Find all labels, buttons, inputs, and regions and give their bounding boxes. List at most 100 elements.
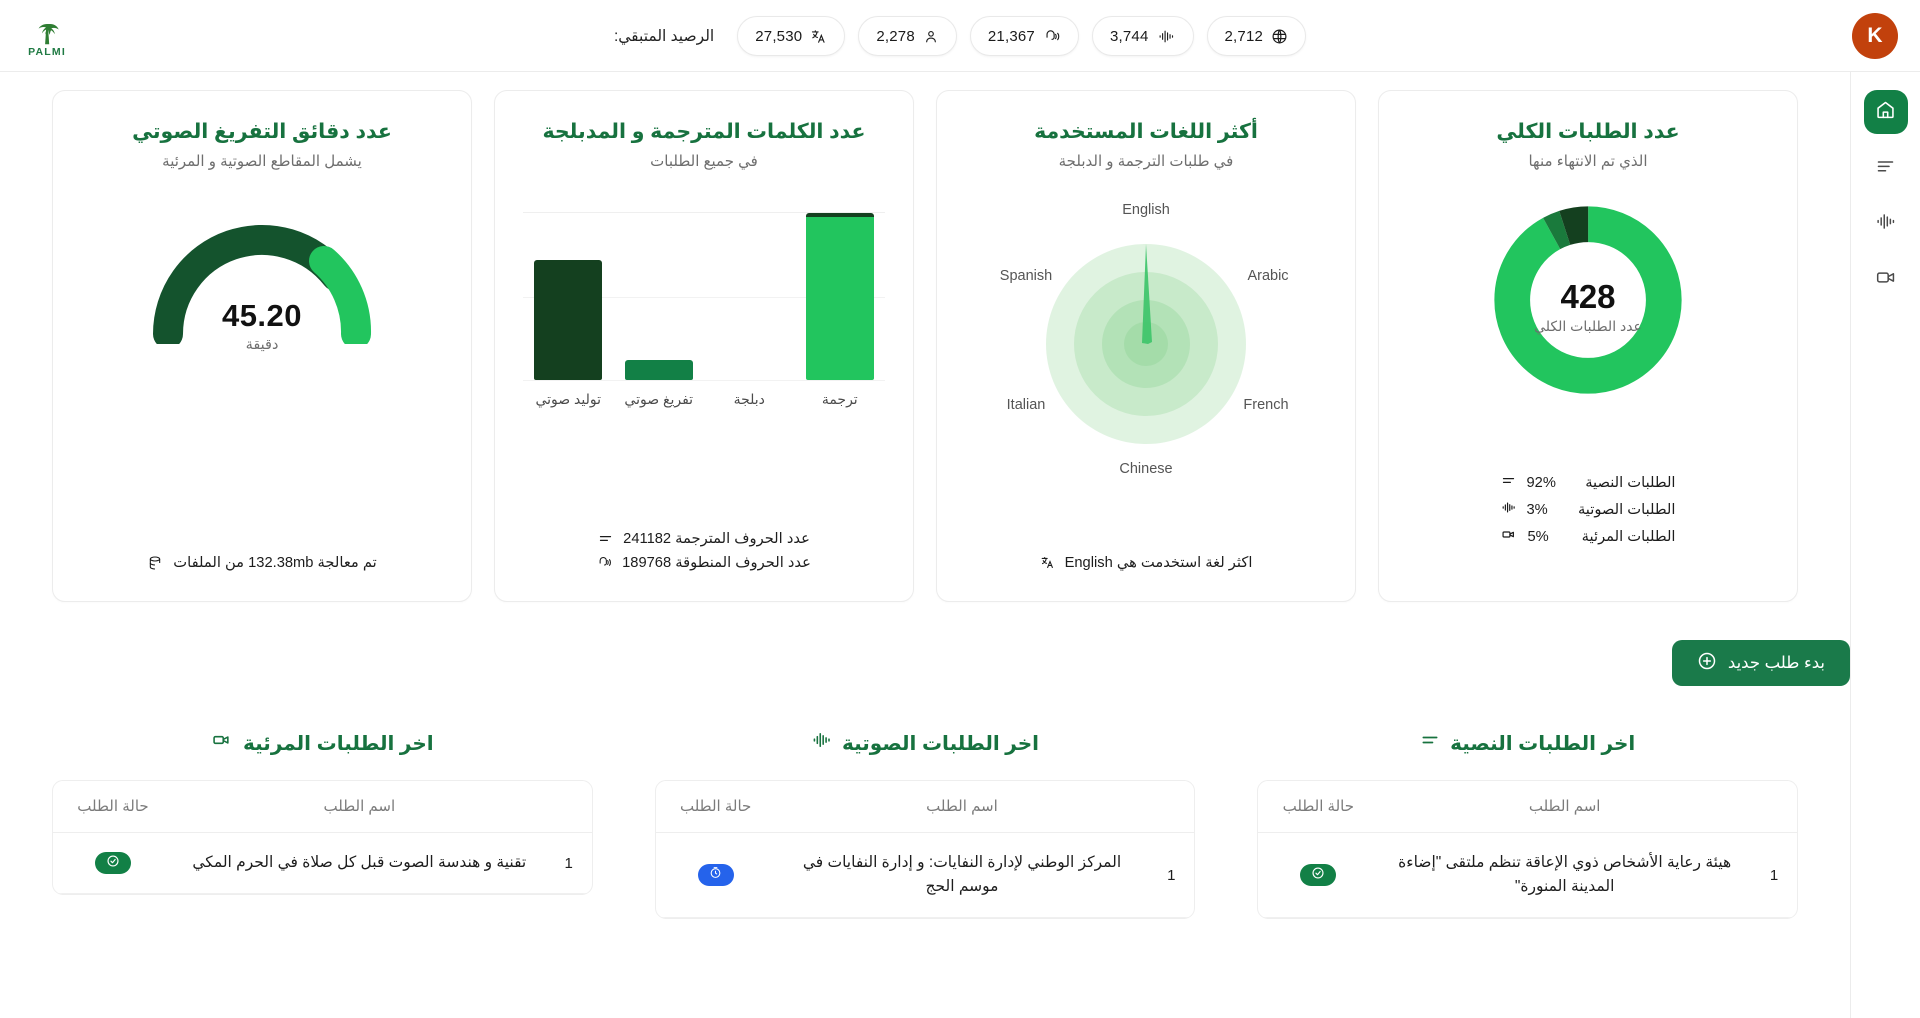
- footer-line: اكثر لغة استخدمت هي English: [1040, 554, 1252, 571]
- video-camera-icon: [1875, 267, 1897, 293]
- card-title: أكثر اللغات المستخدمة: [1034, 120, 1258, 143]
- bar-translation: [805, 213, 874, 380]
- panel-audio-orders: اخر الطلبات الصوتية اسم الطلب حالة الطلب…: [654, 730, 1196, 920]
- legend-row: الطلبات المرئية 5%: [1501, 527, 1676, 546]
- stat-chip-audio[interactable]: 3,744: [1091, 16, 1194, 56]
- radar-axis-label: Italian: [1007, 397, 1046, 413]
- col-index: [1148, 781, 1195, 834]
- row-index: 1: [545, 832, 592, 895]
- panel-header: اخر الطلبات الصوتية: [655, 730, 1196, 756]
- check-circle-icon: [106, 854, 120, 873]
- row-order-name: هيئة رعاية الأشخاص ذوي الإعاقة تنظم ملتق…: [1378, 832, 1751, 919]
- bar-column: [796, 213, 883, 380]
- bar-transcription: [624, 359, 693, 380]
- side-rail: [1850, 72, 1920, 1018]
- table-row[interactable]: 1 تقنية و هندسة الصوت قبل كل صلاة في الح…: [52, 832, 592, 895]
- orders-table: اسم الطلب حالة الطلب 1 تقنية و هندسة الص…: [52, 781, 592, 895]
- table-row[interactable]: 1 المركز الوطني لإدارة النفايات: و إدارة…: [655, 832, 1195, 919]
- table-row[interactable]: 1 هيئة رعاية الأشخاص ذوي الإعاقة تنظم مل…: [1258, 832, 1797, 919]
- language-translate-icon: [1040, 555, 1055, 570]
- database-icon: [147, 555, 163, 571]
- card-top-languages: أكثر اللغات المستخدمة في طلبات الترجمة و…: [936, 90, 1356, 602]
- card-footer: تم معالجة 132.38mb من الملفات: [53, 554, 471, 571]
- donut-chart: 428 عدد الطلبات الكلي: [1397, 200, 1779, 400]
- plus-circle-icon: [1697, 651, 1717, 676]
- col-order-status: حالة الطلب: [655, 781, 776, 834]
- status-badge: [94, 852, 131, 875]
- headphone-sound-icon: [597, 555, 612, 570]
- row-order-name: المركز الوطني لإدارة النفايات: و إدارة ا…: [775, 832, 1149, 919]
- radar-axis-label: English: [1122, 202, 1170, 218]
- balance-label: الرصيد المتبقي:: [613, 27, 715, 45]
- bar-axis-label: تفريغ صوتي: [624, 391, 694, 407]
- radar-svg: English Arabic French Chinese Italian Sp…: [1000, 202, 1289, 477]
- stat-chip-value: 3,744: [1109, 27, 1149, 45]
- bar-column: [706, 213, 793, 380]
- panel-text-orders: اخر الطلبات النصية اسم الطلب حالة الطلب …: [1257, 730, 1798, 920]
- legend-row: الطلبات النصية 92%: [1501, 473, 1676, 492]
- footer-line: تم معالجة 132.38mb من الملفات: [147, 554, 377, 571]
- table-header-row: اسم الطلب حالة الطلب: [1258, 781, 1797, 834]
- cta-row: بدء طلب جديد: [0, 602, 1850, 686]
- text-lines-icon: [598, 531, 613, 546]
- col-order-status: حالة الطلب: [1258, 781, 1379, 834]
- bar-column: [615, 213, 702, 380]
- text-lines-icon: [1875, 155, 1896, 181]
- rail-item-text-orders[interactable]: [1864, 146, 1908, 190]
- stat-chip-translate[interactable]: 27,530: [737, 16, 846, 56]
- bar-voice-gen: [534, 259, 603, 380]
- start-new-order-button[interactable]: بدء طلب جديد: [1671, 640, 1850, 686]
- row-order-name: تقنية و هندسة الصوت قبل كل صلاة في الحرم…: [172, 832, 546, 895]
- cta-label: بدء طلب جديد: [1727, 654, 1825, 672]
- avatar[interactable]: K: [1852, 13, 1898, 59]
- card-subtitle: في جميع الطلبات: [650, 153, 758, 170]
- bar-axis-labels: ترجمة دبلجة تفريغ صوتي توليد صوتي: [523, 391, 885, 408]
- panel-title: اخر الطلبات الصوتية: [841, 732, 1040, 755]
- rail-item-audio-orders[interactable]: [1864, 202, 1908, 246]
- gauge-center: 45.20 دقيقة: [71, 298, 453, 353]
- rail-item-home[interactable]: [1863, 90, 1908, 134]
- stat-chip-words[interactable]: 2,712: [1206, 16, 1307, 56]
- panel-header: اخر الطلبات النصية: [1257, 730, 1798, 756]
- bar-chart: ترجمة دبلجة تفريغ صوتي توليد صوتي: [513, 212, 895, 408]
- orders-table: اسم الطلب حالة الطلب 1 المركز الوطني لإد…: [655, 781, 1195, 919]
- audio-waveform-icon: [1875, 211, 1897, 237]
- audio-waveform-icon: [811, 730, 832, 756]
- audio-waveform-icon: [1157, 28, 1176, 45]
- panel-title: اخر الطلبات النصية: [1450, 732, 1636, 755]
- card-title: عدد دقائق التفريغ الصوتي: [132, 120, 392, 143]
- bar-axis-label: دبلجة: [733, 391, 765, 407]
- col-order-status: حالة الطلب: [52, 781, 173, 834]
- audio-waveform-icon: [1501, 500, 1516, 519]
- legend-label: الطلبات النصية: [1585, 475, 1676, 491]
- col-order-name: اسم الطلب: [775, 781, 1149, 834]
- footer-line: عدد الحروف المنطوقة 189768: [597, 554, 811, 571]
- panel-table-box: اسم الطلب حالة الطلب 1 المركز الوطني لإد…: [654, 780, 1196, 920]
- bar-column: [525, 213, 612, 380]
- table-header-row: اسم الطلب حالة الطلب: [655, 781, 1195, 834]
- row-index: 1: [1148, 832, 1195, 919]
- home-icon: [1875, 99, 1896, 125]
- stats-chip-row: 2,712 3,744 21,367 2,278 27,530 الرصيد ا…: [0, 0, 1920, 72]
- timer-icon: [709, 866, 722, 884]
- card-footer: اكثر لغة استخدمت هي English: [937, 554, 1355, 571]
- stat-chip-users[interactable]: 2,278: [858, 16, 957, 56]
- radar-axis-label: Spanish: [1000, 268, 1052, 284]
- col-order-name: اسم الطلب: [172, 781, 546, 834]
- rail-item-video-orders[interactable]: [1864, 258, 1908, 302]
- gauge-chart: 45.20 دقيقة: [71, 214, 453, 353]
- legend-percent: 92%: [1526, 474, 1556, 491]
- video-camera-icon: [211, 730, 233, 756]
- legend-percent: 5%: [1527, 528, 1549, 545]
- check-circle-icon: [1311, 866, 1325, 885]
- donut-value: 428: [1560, 278, 1616, 315]
- donut-legend: الطلبات النصية 92% الطلبات الصوتية 3% ال…: [1379, 473, 1797, 546]
- panel-video-orders: اخر الطلبات المرئية اسم الطلب حالة الطلب…: [51, 730, 593, 919]
- stat-chip-sound[interactable]: 21,367: [969, 16, 1079, 56]
- card-footer: عدد الحروف المترجمة 241182 عدد الحروف ال…: [495, 530, 913, 571]
- row-status: [52, 832, 173, 895]
- brand-logo[interactable]: PALMI: [18, 10, 76, 62]
- gauge-value: 45.20: [221, 298, 303, 333]
- footer-text: عدد الحروف المترجمة 241182: [623, 531, 810, 547]
- row-index: 1: [1751, 832, 1797, 919]
